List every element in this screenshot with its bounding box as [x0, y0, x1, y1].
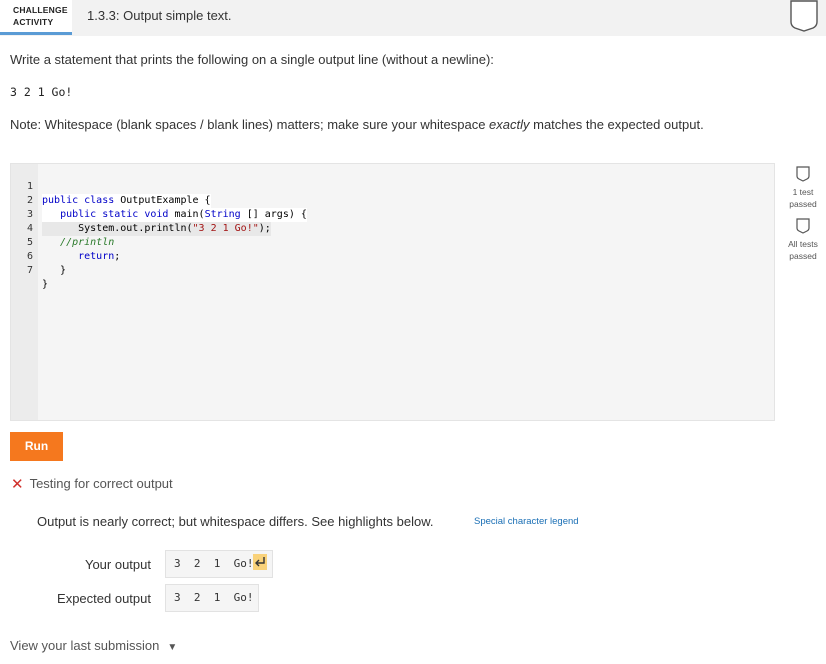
- your-output-box: 3 2 1 Go!: [165, 550, 273, 578]
- code-line[interactable]: 7 }: [27, 250, 774, 290]
- code-line[interactable]: 5 return;: [27, 222, 774, 262]
- expected-output-label: Expected output: [57, 591, 151, 606]
- status-text: Testing for correct output: [29, 476, 173, 491]
- code-line[interactable]: 6 }: [27, 236, 774, 276]
- your-output-label: Your output: [84, 557, 151, 572]
- code-text[interactable]: }: [42, 278, 48, 292]
- badge-line2: ACTIVITY: [13, 17, 54, 27]
- expected-output-box: 3 2 1 Go!: [165, 584, 259, 612]
- special-character-legend-link[interactable]: Special character legend: [474, 516, 579, 527]
- activity-header: CHALLENGE ACTIVITY 1.3.3: Output simple …: [0, 0, 826, 36]
- shield-icon: [796, 218, 810, 234]
- chevron-down-icon: ▼: [167, 642, 178, 653]
- test-status-2: All tests passed: [780, 218, 826, 262]
- note-prefix: Note: Whitespace (blank spaces / blank l…: [10, 117, 490, 132]
- code-line[interactable]: 4 //println: [27, 208, 774, 248]
- target-output: 3 2 1 Go!: [10, 85, 73, 99]
- view-last-label: View your last submission: [10, 638, 160, 653]
- newline-marker-icon: [253, 554, 268, 570]
- expected-output-value: 3 2 1 Go!: [174, 591, 254, 604]
- line-number: 7: [26, 265, 33, 276]
- note-suffix: matches the expected output.: [529, 117, 704, 132]
- test-status-line1: 1 test: [792, 187, 814, 197]
- line-number: 2: [26, 195, 33, 206]
- your-output-value: 3 2 1 Go!: [174, 557, 254, 570]
- code-editor[interactable]: 1 public class OutputExample { 2 public …: [10, 163, 775, 421]
- code-line[interactable]: 3 System.out.println("3 2 1 Go!");: [27, 194, 774, 236]
- shield-icon: [796, 166, 810, 182]
- run-button[interactable]: Run: [10, 432, 63, 461]
- line-number: 4: [26, 223, 33, 234]
- badge-underline: [0, 32, 72, 35]
- code-line[interactable]: 2 public static void main(String [] args…: [27, 180, 774, 222]
- line-number: 3: [26, 209, 33, 220]
- test-status: ✕ Testing for correct output: [11, 475, 173, 493]
- code-area[interactable]: 1 public class OutputExample { 2 public …: [27, 164, 774, 420]
- view-last-submission[interactable]: View your last submission ▼: [10, 638, 177, 653]
- code-line[interactable]: 1 public class OutputExample {: [27, 166, 774, 208]
- note-emphasis: exactly: [489, 117, 530, 132]
- test-status-line2: passed: [789, 251, 817, 261]
- test-status-line2: passed: [789, 199, 817, 209]
- instruction-text: Write a statement that prints the follow…: [10, 52, 494, 67]
- badge-line1: CHALLENGE: [13, 5, 68, 15]
- activity-title: 1.3.3: Output simple text.: [87, 8, 232, 23]
- test-status-line1: All tests: [788, 239, 818, 249]
- line-number: 5: [26, 237, 33, 248]
- test-status-1: 1 test passed: [780, 166, 826, 210]
- challenge-badge: CHALLENGE ACTIVITY: [0, 0, 72, 35]
- line-number: 1: [26, 181, 33, 192]
- result-message: Output is nearly correct; but whitespace…: [37, 514, 434, 529]
- whitespace-note: Note: Whitespace (blank spaces / blank l…: [10, 117, 704, 132]
- line-number: 6: [26, 251, 33, 262]
- x-icon: ✕: [11, 476, 24, 493]
- completion-shield-icon: [790, 0, 818, 32]
